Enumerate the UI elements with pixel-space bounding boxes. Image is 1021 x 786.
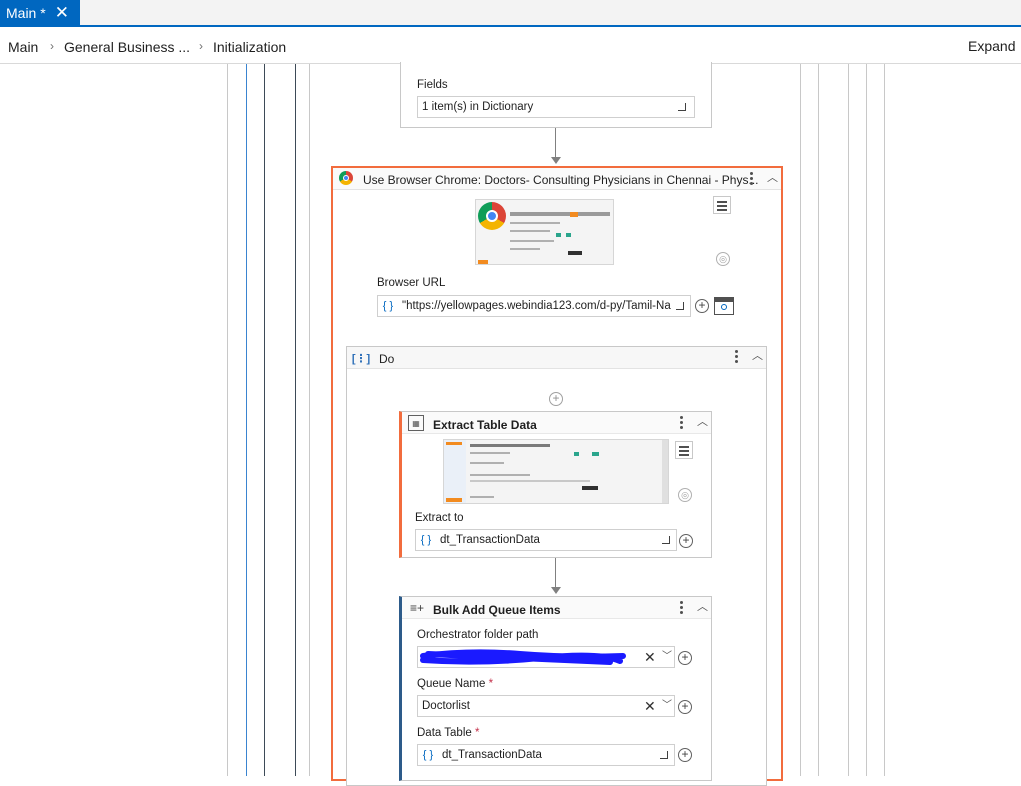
data-table-label: Data Table * xyxy=(417,727,480,739)
queue-name-label: Queue Name * xyxy=(417,678,494,690)
container-border xyxy=(227,64,228,776)
container-border xyxy=(800,64,801,776)
document-tab-strip xyxy=(0,0,1021,27)
browser-screenshot-thumbnail[interactable] xyxy=(475,199,614,265)
use-browser-title: Use Browser Chrome: Doctors- Consulting … xyxy=(363,173,759,187)
do-header xyxy=(347,347,766,369)
previous-activity-card[interactable] xyxy=(400,62,712,128)
add-variable-icon[interactable]: + xyxy=(695,299,709,313)
collapse-icon[interactable]: ︿ xyxy=(767,173,778,184)
add-variable-icon[interactable]: + xyxy=(679,534,693,548)
extract-to-label: Extract to xyxy=(415,512,464,524)
browser-url-field[interactable]: { } "https://yellowpages.webindia123.com… xyxy=(377,295,691,317)
chevron-down-icon[interactable]: ﹀ xyxy=(662,652,672,662)
container-border xyxy=(295,64,296,776)
arrow-down-icon xyxy=(551,587,561,594)
breadcrumb-item-main[interactable]: Main xyxy=(8,39,38,55)
extract-to-value: dt_TransactionData xyxy=(440,534,540,546)
bulk-add-title: Bulk Add Queue Items xyxy=(433,603,561,617)
more-options-icon[interactable] xyxy=(680,416,684,430)
more-options-icon[interactable] xyxy=(735,350,739,364)
expression-icon: { } xyxy=(422,749,434,761)
expression-icon: { } xyxy=(420,534,432,546)
breadcrumb-item-initialization[interactable]: Initialization xyxy=(213,39,286,55)
browser-url-value: "https://yellowpages.webindia123.com/d-p… xyxy=(402,300,671,312)
container-border xyxy=(309,64,310,776)
clear-icon[interactable]: ✕ xyxy=(644,650,656,664)
expand-editor-icon[interactable] xyxy=(662,536,670,544)
browser-url-label: Browser URL xyxy=(377,277,446,289)
folder-path-label: Orchestrator folder path xyxy=(417,629,539,641)
expand-all-button[interactable]: Expand xyxy=(968,38,1015,54)
do-title: Do xyxy=(379,352,395,366)
fields-value: 1 item(s) in Dictionary xyxy=(422,101,534,113)
fields-label: Fields xyxy=(417,79,448,91)
queue-name-value: Doctorlist xyxy=(422,700,470,712)
extract-screenshot-thumbnail[interactable] xyxy=(443,439,669,504)
breadcrumb-item-general-business[interactable]: General Business ... xyxy=(64,39,190,55)
clear-icon[interactable]: ✕ xyxy=(644,699,656,713)
extract-to-field[interactable]: { } dt_TransactionData xyxy=(415,529,677,551)
expand-editor-icon[interactable] xyxy=(678,103,686,111)
add-variable-icon[interactable]: + xyxy=(678,651,692,665)
flow-connector xyxy=(555,128,556,157)
chevron-down-icon[interactable]: ﹀ xyxy=(662,701,672,711)
sequence-icon: [⋮] xyxy=(351,352,371,365)
container-border xyxy=(264,64,265,776)
chevron-right-icon: › xyxy=(199,39,203,53)
container-border xyxy=(246,64,247,776)
queue-add-icon: ≡+ xyxy=(409,601,424,615)
table-extract-icon: ▦ xyxy=(408,415,424,431)
activity-menu-button[interactable] xyxy=(713,196,731,214)
container-border xyxy=(884,64,885,776)
close-tab-icon[interactable]: ✕ xyxy=(55,4,69,21)
queue-name-field[interactable]: Doctorlist xyxy=(417,695,675,717)
more-options-icon[interactable] xyxy=(680,601,684,615)
tab-main-label: Main * xyxy=(6,4,46,21)
chevron-right-icon: › xyxy=(50,39,54,53)
arrow-down-icon xyxy=(551,157,561,164)
data-table-value: dt_TransactionData xyxy=(442,749,542,761)
add-variable-icon[interactable]: + xyxy=(678,748,692,762)
expression-icon: { } xyxy=(382,300,394,312)
container-border xyxy=(866,64,867,776)
redaction-scribble xyxy=(420,649,626,665)
container-border xyxy=(848,64,849,776)
extract-table-title: Extract Table Data xyxy=(433,418,537,432)
data-table-field[interactable]: { } dt_TransactionData xyxy=(417,744,675,766)
tab-main[interactable]: Main * ✕ xyxy=(0,0,80,25)
browser-window-icon[interactable] xyxy=(714,297,734,315)
expand-editor-icon[interactable] xyxy=(676,302,684,310)
activity-menu-button[interactable] xyxy=(675,441,693,459)
collapse-icon[interactable]: ︿ xyxy=(752,351,763,362)
more-options-icon[interactable] xyxy=(750,172,754,186)
collapse-icon[interactable]: ︿ xyxy=(697,602,708,613)
fields-input[interactable]: 1 item(s) in Dictionary xyxy=(417,96,695,118)
flow-connector xyxy=(555,558,556,587)
add-activity-icon[interactable]: + xyxy=(549,392,563,406)
container-border xyxy=(818,64,819,776)
add-variable-icon[interactable]: + xyxy=(678,700,692,714)
chrome-icon xyxy=(339,171,353,185)
target-icon[interactable]: ◎ xyxy=(678,488,692,502)
expand-editor-icon[interactable] xyxy=(660,751,668,759)
target-icon[interactable]: ◎ xyxy=(716,252,730,266)
collapse-icon[interactable]: ︿ xyxy=(697,417,708,428)
